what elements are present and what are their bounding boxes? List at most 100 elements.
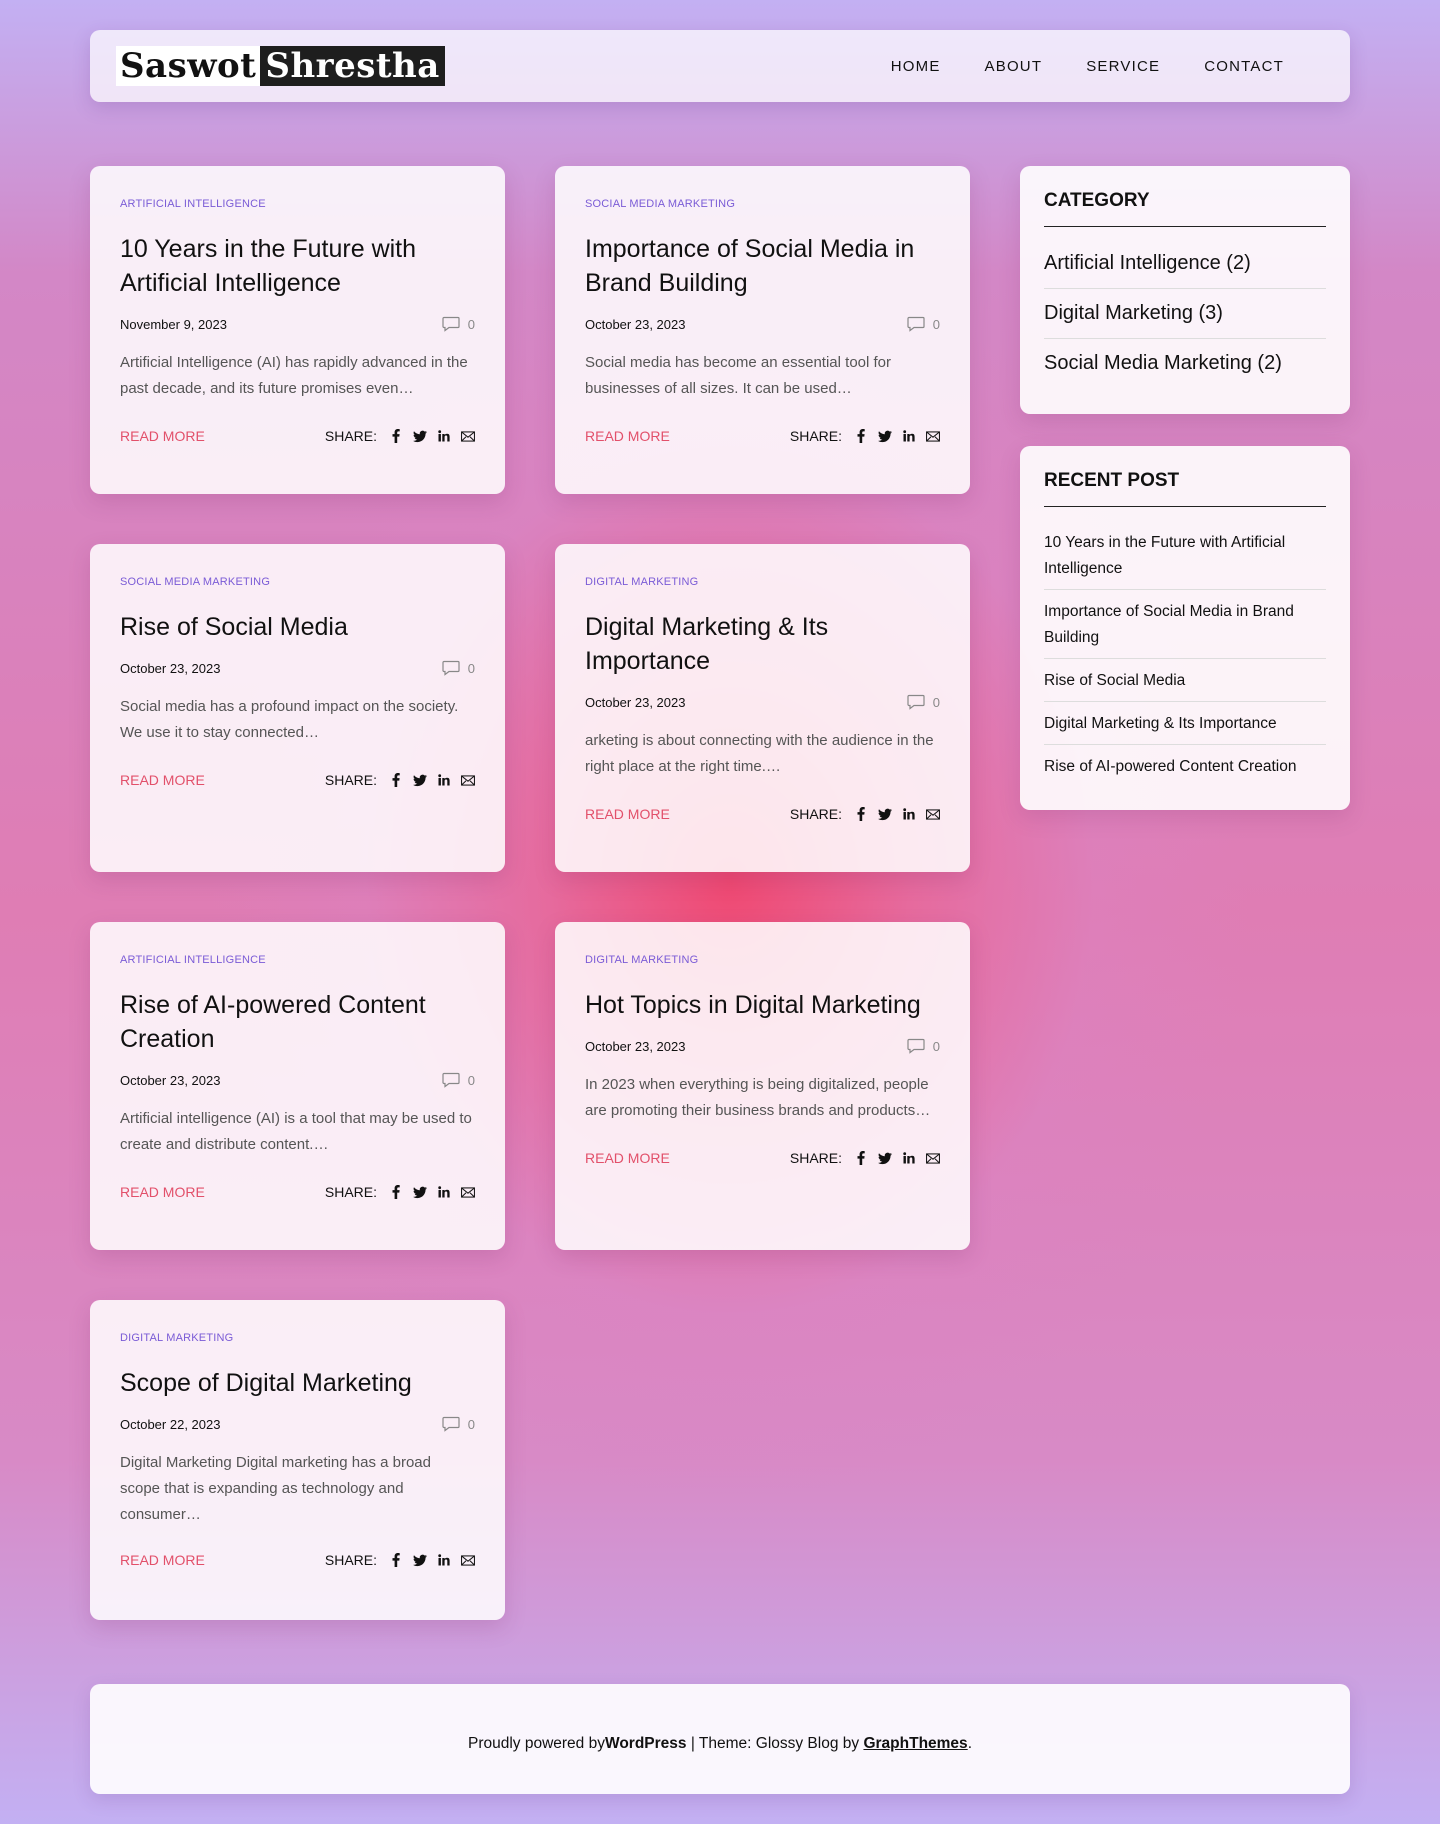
recent-post-list: 10 Years in the Future with Artificial I…	[1044, 521, 1326, 787]
post-meta: November 9, 2023 0	[120, 316, 475, 332]
post-card: DIGITAL MARKETING Scope of Digital Marke…	[90, 1300, 505, 1620]
nav-service[interactable]: SERVICE	[1086, 58, 1160, 75]
read-more-link[interactable]: READ MORE	[120, 1184, 205, 1200]
linkedin-icon[interactable]	[902, 807, 916, 821]
footer-theme-text: | Theme: Glossy Blog by	[686, 1735, 864, 1752]
twitter-icon[interactable]	[878, 429, 892, 443]
read-more-link[interactable]: READ MORE	[120, 772, 205, 788]
nav-home[interactable]: HOME	[891, 58, 941, 75]
post-meta: October 22, 2023 0	[120, 1416, 475, 1432]
post-category-link[interactable]: SOCIAL MEDIA MARKETING	[120, 576, 270, 588]
category-item-social-media-marketing[interactable]: Social Media Marketing (2)	[1044, 339, 1326, 379]
post-excerpt: Digital Marketing Digital marketing has …	[120, 1454, 431, 1523]
post-meta: October 23, 2023 0	[585, 316, 940, 332]
read-more-link[interactable]: READ MORE	[120, 428, 205, 444]
share-bar: SHARE:	[325, 1184, 475, 1200]
recent-post-link[interactable]: Importance of Social Media in Brand Buil…	[1044, 590, 1326, 659]
email-icon[interactable]	[926, 807, 940, 821]
recent-post-link[interactable]: Digital Marketing & Its Importance	[1044, 702, 1326, 745]
nav-about[interactable]: ABOUT	[985, 58, 1043, 75]
recent-post-link[interactable]: Rise of Social Media	[1044, 659, 1326, 702]
twitter-icon[interactable]	[413, 429, 427, 443]
logo-part-1[interactable]: Saswot	[116, 46, 261, 86]
read-more-link[interactable]: READ MORE	[585, 806, 670, 822]
post-category-link[interactable]: ARTIFICIAL INTELLIGENCE	[120, 198, 266, 210]
footer-graphthemes-link[interactable]: GraphThemes	[863, 1735, 967, 1753]
post-date[interactable]: October 23, 2023	[585, 317, 685, 332]
twitter-icon[interactable]	[413, 773, 427, 787]
post-date[interactable]: October 23, 2023	[585, 695, 685, 710]
post-comments[interactable]: 0	[907, 694, 940, 710]
post-title[interactable]: Hot Topics in Digital Marketing	[585, 988, 940, 1022]
post-title[interactable]: Scope of Digital Marketing	[120, 1366, 475, 1400]
twitter-icon[interactable]	[413, 1553, 427, 1567]
read-more-link[interactable]: READ MORE	[585, 1150, 670, 1166]
post-date[interactable]: November 9, 2023	[120, 317, 227, 332]
post-category-link[interactable]: DIGITAL MARKETING	[585, 576, 698, 588]
comment-icon	[442, 316, 460, 332]
post-category-link[interactable]: ARTIFICIAL INTELLIGENCE	[120, 954, 266, 966]
post-title[interactable]: Rise of Social Media	[120, 610, 475, 644]
category-item-digital-marketing[interactable]: Digital Marketing (3)	[1044, 289, 1326, 339]
linkedin-icon[interactable]	[437, 1185, 451, 1199]
post-card: DIGITAL MARKETING Digital Marketing & It…	[555, 544, 970, 872]
share-bar: SHARE:	[325, 1552, 475, 1568]
comment-icon	[442, 660, 460, 676]
facebook-icon[interactable]	[389, 429, 403, 443]
site-logo[interactable]: Saswot Shrestha	[116, 46, 445, 86]
recent-post-link[interactable]: 10 Years in the Future with Artificial I…	[1044, 521, 1326, 590]
post-title[interactable]: Importance of Social Media in Brand Buil…	[585, 232, 940, 300]
post-date[interactable]: October 23, 2023	[585, 1039, 685, 1054]
post-category-link[interactable]: DIGITAL MARKETING	[585, 954, 698, 966]
category-item-ai[interactable]: Artificial Intelligence (2)	[1044, 239, 1326, 289]
linkedin-icon[interactable]	[437, 429, 451, 443]
post-comments[interactable]: 0	[907, 1038, 940, 1054]
post-title[interactable]: Digital Marketing & Its Importance	[585, 610, 940, 678]
footer-wordpress-link[interactable]: WordPress	[605, 1735, 687, 1753]
linkedin-icon[interactable]	[437, 773, 451, 787]
twitter-icon[interactable]	[878, 807, 892, 821]
recent-post-link[interactable]: Rise of AI-powered Content Creation	[1044, 745, 1326, 787]
linkedin-icon[interactable]	[902, 1151, 916, 1165]
post-category-link[interactable]: SOCIAL MEDIA MARKETING	[585, 198, 735, 210]
post-comments[interactable]: 0	[442, 316, 475, 332]
comment-icon	[442, 1416, 460, 1432]
facebook-icon[interactable]	[389, 1553, 403, 1567]
facebook-icon[interactable]	[854, 429, 868, 443]
email-icon[interactable]	[461, 773, 475, 787]
post-date[interactable]: October 22, 2023	[120, 1417, 220, 1432]
linkedin-icon[interactable]	[902, 429, 916, 443]
facebook-icon[interactable]	[854, 1151, 868, 1165]
nav-contact[interactable]: CONTACT	[1204, 58, 1284, 75]
facebook-icon[interactable]	[389, 773, 403, 787]
post-card: ARTIFICIAL INTELLIGENCE Rise of AI-power…	[90, 922, 505, 1250]
email-icon[interactable]	[926, 1151, 940, 1165]
email-icon[interactable]	[461, 1553, 475, 1567]
post-meta: October 23, 2023 0	[120, 660, 475, 676]
post-date[interactable]: October 23, 2023	[120, 661, 220, 676]
post-date[interactable]: October 23, 2023	[120, 1073, 220, 1088]
site-header: Saswot Shrestha HOME ABOUT SERVICE CONTA…	[90, 30, 1350, 102]
post-title[interactable]: Rise of AI-powered Content Creation	[120, 988, 475, 1056]
share-bar: SHARE:	[325, 428, 475, 444]
linkedin-icon[interactable]	[437, 1553, 451, 1567]
read-more-link[interactable]: READ MORE	[120, 1552, 205, 1568]
post-category-link[interactable]: DIGITAL MARKETING	[120, 1332, 233, 1344]
email-icon[interactable]	[461, 429, 475, 443]
post-comments[interactable]: 0	[442, 1072, 475, 1088]
post-comments[interactable]: 0	[442, 1416, 475, 1432]
logo-part-2[interactable]: Shrestha	[260, 46, 445, 86]
post-comment-count: 0	[932, 316, 940, 332]
facebook-icon[interactable]	[389, 1185, 403, 1199]
email-icon[interactable]	[461, 1185, 475, 1199]
category-widget-title: CATEGORY	[1044, 190, 1326, 227]
post-title[interactable]: 10 Years in the Future with Artificial I…	[120, 232, 475, 300]
post-comment-count: 0	[467, 660, 475, 676]
post-comments[interactable]: 0	[907, 316, 940, 332]
facebook-icon[interactable]	[854, 807, 868, 821]
twitter-icon[interactable]	[878, 1151, 892, 1165]
email-icon[interactable]	[926, 429, 940, 443]
twitter-icon[interactable]	[413, 1185, 427, 1199]
post-comments[interactable]: 0	[442, 660, 475, 676]
read-more-link[interactable]: READ MORE	[585, 428, 670, 444]
